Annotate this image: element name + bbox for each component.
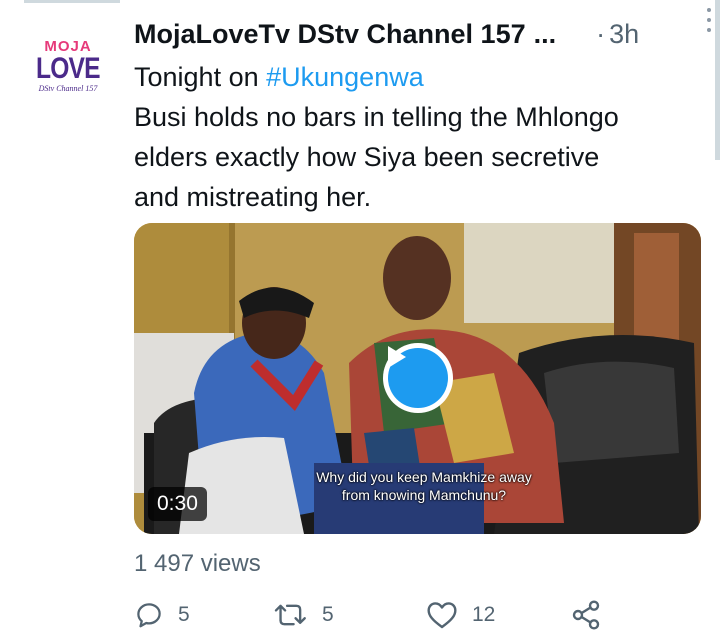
retweet-button[interactable]: 5 bbox=[274, 598, 334, 632]
tweet-text-line-1: Tonight on #Ukungenwa bbox=[134, 57, 704, 97]
reply-count: 5 bbox=[178, 603, 190, 626]
tweet-text-line-3: elders exactly how Siya been secretive bbox=[134, 142, 600, 172]
tweet-timestamp[interactable]: 3h bbox=[609, 19, 639, 50]
scrollbar[interactable] bbox=[715, 0, 720, 160]
like-count: 12 bbox=[472, 603, 496, 626]
tweet-text: Tonight on #Ukungenwa Busi holds no bars… bbox=[134, 57, 704, 217]
action-bar: 5 5 12 bbox=[134, 598, 604, 632]
subtitle-line-1: Why did you keep Mamkhize away bbox=[316, 469, 532, 485]
like-button[interactable]: 12 bbox=[426, 598, 495, 632]
reply-button[interactable]: 5 bbox=[134, 598, 190, 632]
share-icon bbox=[572, 600, 600, 630]
tweet-text-line-4: and mistreating her. bbox=[134, 182, 372, 212]
reply-icon bbox=[137, 603, 161, 628]
subtitle-line-2: from knowing Mamchunu? bbox=[341, 487, 507, 503]
avatar[interactable]: MOJA LOVE DStv Channel 157 bbox=[22, 20, 114, 112]
author-truncation: ... bbox=[533, 18, 557, 49]
timeline-divider bbox=[24, 0, 120, 3]
play-icon bbox=[388, 346, 448, 408]
hashtag-link[interactable]: #Ukungenwa bbox=[266, 62, 424, 92]
retweet-count: 5 bbox=[322, 603, 334, 626]
separator-dot: · bbox=[596, 18, 606, 49]
video-player[interactable]: Why did you keep Mamkhize away from know… bbox=[134, 223, 701, 534]
video-subtitle: Why did you keep Mamkhize away from know… bbox=[294, 468, 554, 504]
retweet-icon bbox=[274, 604, 306, 626]
avatar-logo-love: LOVE bbox=[36, 51, 101, 85]
video-duration-badge: 0:30 bbox=[148, 487, 207, 521]
author-name[interactable]: MojaLoveTv DStv Channel 157 bbox=[134, 19, 526, 50]
tweet-text-prefix: Tonight on bbox=[134, 62, 267, 92]
tweet-text-line-2: Busi holds no bars in telling the Mhlong… bbox=[134, 102, 619, 132]
play-button[interactable] bbox=[383, 343, 453, 413]
heart-icon bbox=[427, 602, 457, 629]
more-vertical-icon[interactable] bbox=[704, 8, 714, 32]
share-button[interactable] bbox=[570, 598, 602, 632]
avatar-logo-channel: DStv Channel 157 bbox=[38, 83, 98, 93]
view-count: 1 497 views bbox=[134, 550, 261, 577]
tweet-header: MojaLoveTv DStv Channel 157 ... · 3h bbox=[134, 15, 694, 53]
